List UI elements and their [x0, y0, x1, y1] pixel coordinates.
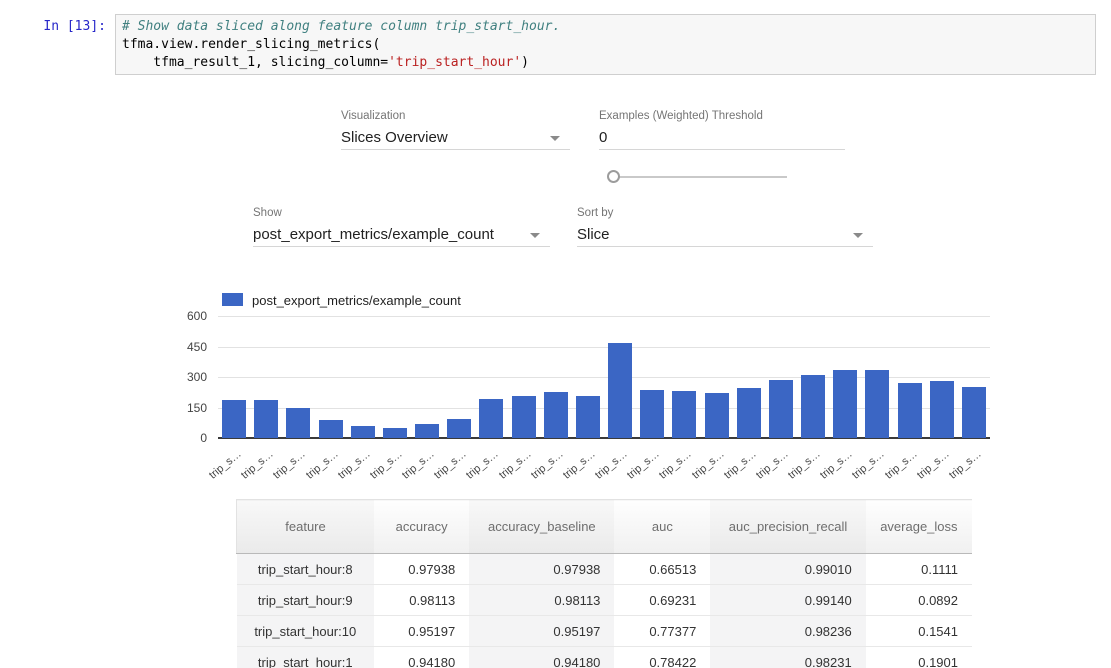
- table-row[interactable]: trip_start_hour:80.979380.979380.665130.…: [237, 554, 973, 585]
- metric-cell: 0.94180: [469, 647, 614, 668]
- show-metric-dropdown[interactable]: Show post_export_metrics/example_count: [253, 207, 550, 247]
- bar-4[interactable]: [351, 426, 375, 438]
- metric-cell: 0.98231: [710, 647, 865, 668]
- visualization-dropdown[interactable]: Visualization Slices Overview: [341, 110, 570, 150]
- column-header-average_loss[interactable]: average_loss: [866, 500, 972, 554]
- bar-10[interactable]: [544, 392, 568, 438]
- table-row[interactable]: trip_start_hour:90.981130.981130.692310.…: [237, 585, 973, 616]
- bar-7[interactable]: [447, 419, 471, 438]
- gridline: [218, 316, 990, 317]
- metric-cell: 0.69231: [614, 585, 710, 616]
- code-comment: # Show data sliced along feature column …: [122, 19, 560, 34]
- bar-18[interactable]: [801, 375, 825, 438]
- metrics-table-body: trip_start_hour:80.979380.979380.665130.…: [237, 554, 973, 668]
- bar-17[interactable]: [769, 380, 793, 438]
- bar-5[interactable]: [383, 428, 407, 438]
- slices-bar-chart: [218, 317, 990, 439]
- y-tick-label: 600: [167, 309, 207, 323]
- metric-cell: 0.95197: [374, 616, 469, 647]
- metric-cell: 0.1901: [866, 647, 972, 668]
- y-tick-label: 0: [167, 431, 207, 445]
- bar-1[interactable]: [254, 400, 278, 438]
- metrics-table: featureaccuracyaccuracy_baselineaucauc_p…: [236, 499, 972, 668]
- threshold-input[interactable]: 0: [599, 127, 845, 150]
- feature-cell: trip_start_hour:8: [237, 554, 375, 585]
- bar-0[interactable]: [222, 400, 246, 438]
- gridline: [218, 347, 990, 348]
- metric-cell: 0.97938: [374, 554, 469, 585]
- metric-cell: 0.97938: [469, 554, 614, 585]
- bar-14[interactable]: [672, 391, 696, 438]
- bar-6[interactable]: [415, 424, 439, 438]
- show-value[interactable]: post_export_metrics/example_count: [253, 224, 550, 247]
- y-tick-label: 450: [167, 340, 207, 354]
- metric-cell: 0.95197: [469, 616, 614, 647]
- metric-cell: 0.94180: [374, 647, 469, 668]
- metric-cell: 0.0892: [866, 585, 972, 616]
- bar-21[interactable]: [898, 383, 922, 438]
- threshold-label: Examples (Weighted) Threshold: [599, 110, 845, 122]
- column-header-auc_precision_recall[interactable]: auc_precision_recall: [710, 500, 865, 554]
- column-header-accuracy_baseline[interactable]: accuracy_baseline: [469, 500, 614, 554]
- slider-track[interactable]: [619, 176, 787, 178]
- chevron-down-icon: [530, 233, 540, 238]
- sort-by-value[interactable]: Slice: [577, 224, 873, 247]
- feature-cell: trip_start_hour:1: [237, 647, 375, 668]
- bar-9[interactable]: [512, 396, 536, 438]
- metrics-table-header-row: featureaccuracyaccuracy_baselineaucauc_p…: [237, 500, 973, 554]
- metrics-table-container[interactable]: featureaccuracyaccuracy_baselineaucauc_p…: [236, 499, 972, 668]
- metric-cell: 0.99010: [710, 554, 865, 585]
- feature-cell: trip_start_hour:9: [237, 585, 375, 616]
- metric-cell: 0.77377: [614, 616, 710, 647]
- bar-13[interactable]: [640, 390, 664, 438]
- metric-cell: 0.1541: [866, 616, 972, 647]
- metric-cell: 0.78422: [614, 647, 710, 668]
- code-line-2: tfma.view.render_slicing_metrics(: [122, 37, 380, 52]
- metric-cell: 0.98113: [374, 585, 469, 616]
- slider-thumb[interactable]: [607, 170, 620, 183]
- metric-cell: 0.98236: [710, 616, 865, 647]
- bar-2[interactable]: [286, 408, 310, 438]
- legend-label: post_export_metrics/example_count: [252, 293, 461, 308]
- bar-23[interactable]: [962, 387, 986, 438]
- table-row[interactable]: trip_start_hour:100.951970.951970.773770…: [237, 616, 973, 647]
- code-cell[interactable]: # Show data sliced along feature column …: [115, 14, 1096, 75]
- metric-cell: 0.99140: [710, 585, 865, 616]
- legend-swatch: [222, 293, 243, 306]
- visualization-value[interactable]: Slices Overview: [341, 127, 570, 150]
- chevron-down-icon: [853, 233, 863, 238]
- bar-16[interactable]: [737, 388, 761, 438]
- threshold-field[interactable]: Examples (Weighted) Threshold 0: [599, 110, 845, 150]
- bar-12[interactable]: [608, 343, 632, 438]
- y-tick-label: 300: [167, 370, 207, 384]
- sort-by-label: Sort by: [577, 207, 873, 219]
- bar-8[interactable]: [479, 399, 503, 438]
- bar-3[interactable]: [319, 420, 343, 438]
- metric-cell: 0.98113: [469, 585, 614, 616]
- metric-cell: 0.1111: [866, 554, 972, 585]
- bar-20[interactable]: [865, 370, 889, 438]
- bar-15[interactable]: [705, 393, 729, 438]
- column-header-auc[interactable]: auc: [614, 500, 710, 554]
- bar-11[interactable]: [576, 396, 600, 438]
- visualization-label: Visualization: [341, 110, 570, 122]
- threshold-slider[interactable]: [607, 170, 789, 184]
- cell-input-prompt: In [13]:: [28, 19, 106, 34]
- feature-cell: trip_start_hour:10: [237, 616, 375, 647]
- bar-19[interactable]: [833, 370, 857, 438]
- y-tick-label: 150: [167, 401, 207, 415]
- chevron-down-icon: [550, 136, 560, 141]
- column-header-accuracy[interactable]: accuracy: [374, 500, 469, 554]
- bar-22[interactable]: [930, 381, 954, 438]
- table-row[interactable]: trip_start_hour:10.941800.941800.784220.…: [237, 647, 973, 668]
- metric-cell: 0.66513: [614, 554, 710, 585]
- code-line-3: tfma_result_1, slicing_column='trip_star…: [122, 55, 529, 70]
- show-label: Show: [253, 207, 550, 219]
- sort-by-dropdown[interactable]: Sort by Slice: [577, 207, 873, 247]
- column-header-feature[interactable]: feature: [237, 500, 375, 554]
